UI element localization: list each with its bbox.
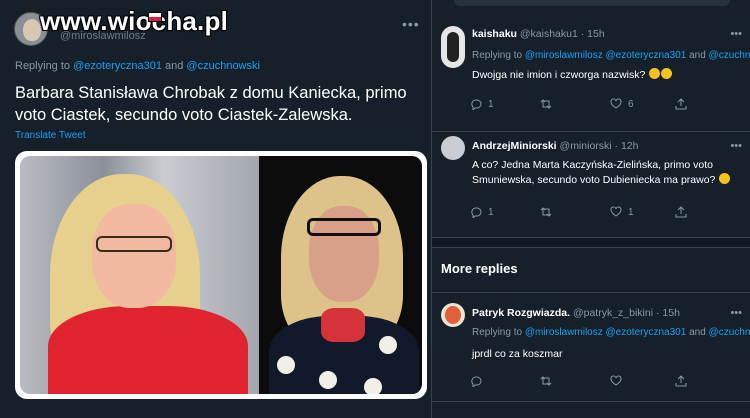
like-icon[interactable]: [610, 375, 622, 387]
retweet-action[interactable]: [540, 206, 552, 218]
more-replies-heading[interactable]: More replies: [441, 261, 518, 276]
reply-text: A co? Jedna Marta Kaczyńska-Zielińska, p…: [472, 158, 742, 188]
mention-link[interactable]: @ezoteryczna301: [606, 327, 687, 338]
share-action[interactable]: [675, 206, 687, 218]
mention-link[interactable]: @ezoteryczna301: [606, 50, 687, 61]
share-icon[interactable]: [675, 98, 687, 110]
reply-icon[interactable]: [470, 206, 482, 218]
author-handle[interactable]: @patryk_z_bikini: [573, 307, 653, 319]
flag-icon: [148, 12, 162, 22]
author-name[interactable]: Patryk Rozgwiazda.: [472, 307, 570, 319]
reply-item[interactable]: Patryk Rozgwiazda. @patryk_z_bikini · 15…: [432, 292, 750, 402]
and-label: and: [689, 50, 706, 61]
like-icon[interactable]: [610, 206, 622, 218]
reply-item[interactable]: kaishaku @kaishaku1 · 15h ••• Replying t…: [432, 22, 750, 132]
more-icon[interactable]: •••: [730, 307, 742, 319]
timestamp[interactable]: · 15h: [581, 28, 605, 40]
like-count: 1: [628, 206, 634, 218]
replying-to-line: Replying to @ezoteryczna301 and @czuchno…: [15, 60, 260, 72]
reply-author[interactable]: AndrzejMiniorski @miniorski · 12h: [472, 140, 638, 152]
mention-link[interactable]: @czuchnowski: [186, 60, 260, 72]
replying-label: Replying to: [472, 50, 523, 61]
retweet-icon[interactable]: [540, 98, 552, 110]
action-bar: 1 6: [470, 98, 740, 112]
replying-label: Replying to: [472, 327, 523, 338]
like-action[interactable]: 6: [610, 98, 634, 110]
more-icon[interactable]: •••: [402, 16, 420, 32]
share-icon[interactable]: [675, 206, 687, 218]
watermark-logo: www.wiocha.pl: [40, 6, 228, 36]
thinking-emoji-icon: [649, 68, 661, 79]
reply-item[interactable]: AndrzejMiniorski @miniorski · 12h ••• A …: [432, 132, 750, 238]
reply-text-content: A co? Jedna Marta Kaczyńska-Zielińska, p…: [472, 159, 716, 186]
more-icon[interactable]: •••: [730, 140, 742, 152]
reply-action[interactable]: 1: [470, 98, 494, 110]
author-name[interactable]: kaishaku: [472, 28, 517, 40]
author-handle[interactable]: @miniorski: [560, 140, 612, 152]
reply-text: Dwojga nie imion i czworga nazwisk?: [472, 68, 742, 83]
like-action[interactable]: 1: [610, 206, 634, 218]
like-action[interactable]: [610, 375, 622, 387]
reply-text: jprdl co za koszmar: [472, 348, 563, 360]
author-name[interactable]: AndrzejMiniorski: [472, 140, 557, 152]
and-label: and: [689, 327, 706, 338]
mention-link[interactable]: @miroslawmilosz: [525, 50, 603, 61]
timestamp[interactable]: · 15h: [656, 307, 680, 319]
avatar[interactable]: [441, 26, 465, 68]
main-tweet-panel: @miroslawmilosz www.wiocha.pl ••• Replyi…: [0, 0, 432, 418]
reply-count: 1: [488, 206, 494, 218]
share-icon[interactable]: [675, 375, 687, 387]
replies-panel: kaishaku @kaishaku1 · 15h ••• Replying t…: [432, 0, 750, 418]
reply-count: 1: [488, 98, 494, 110]
reply-author[interactable]: kaishaku @kaishaku1 · 15h: [472, 28, 605, 40]
mention-link[interactable]: @ezoteryczna301: [73, 60, 162, 72]
share-action[interactable]: [675, 375, 687, 387]
action-bar: [470, 375, 740, 389]
smile-emoji-icon: [719, 173, 731, 184]
timestamp[interactable]: · 12h: [615, 140, 639, 152]
laughing-emoji-icon: [661, 68, 673, 79]
replying-to-line: Replying to @miroslawmilosz @ezoteryczna…: [472, 327, 750, 338]
more-icon[interactable]: •••: [730, 28, 742, 40]
replying-label: Replying to: [15, 60, 71, 72]
mention-link[interactable]: @czuchnowski: [709, 327, 750, 338]
photo-right[interactable]: [259, 156, 422, 394]
mention-link[interactable]: @czuchnowski: [709, 50, 750, 61]
reply-action[interactable]: 1: [470, 206, 494, 218]
top-bar: [454, 0, 730, 6]
photo-left[interactable]: [20, 156, 259, 394]
reply-icon[interactable]: [470, 375, 482, 387]
retweet-icon[interactable]: [540, 206, 552, 218]
reply-icon[interactable]: [470, 98, 482, 110]
replying-to-line: Replying to @miroslawmilosz @ezoteryczna…: [472, 50, 750, 61]
section-separator: [432, 238, 750, 248]
avatar[interactable]: [441, 303, 465, 327]
retweet-action[interactable]: [540, 375, 552, 387]
like-count: 6: [628, 98, 634, 110]
mention-link[interactable]: @miroslawmilosz: [525, 327, 603, 338]
retweet-action[interactable]: [540, 98, 552, 110]
tweet-text: Barbara Stanisława Chrobak z domu Kaniec…: [15, 84, 407, 124]
retweet-icon[interactable]: [540, 375, 552, 387]
translate-link[interactable]: Translate Tweet: [15, 130, 86, 141]
reply-author[interactable]: Patryk Rozgwiazda. @patryk_z_bikini · 15…: [472, 307, 680, 319]
tweet-media[interactable]: [15, 151, 427, 399]
reply-action[interactable]: [470, 375, 482, 387]
and-label: and: [165, 60, 184, 72]
reply-text-content: Dwojga nie imion i czworga nazwisk?: [472, 69, 646, 81]
like-icon[interactable]: [610, 98, 622, 110]
author-handle[interactable]: @kaishaku1: [520, 28, 578, 40]
action-bar: 1 1: [470, 206, 740, 220]
share-action[interactable]: [675, 98, 687, 110]
avatar[interactable]: [441, 136, 465, 160]
